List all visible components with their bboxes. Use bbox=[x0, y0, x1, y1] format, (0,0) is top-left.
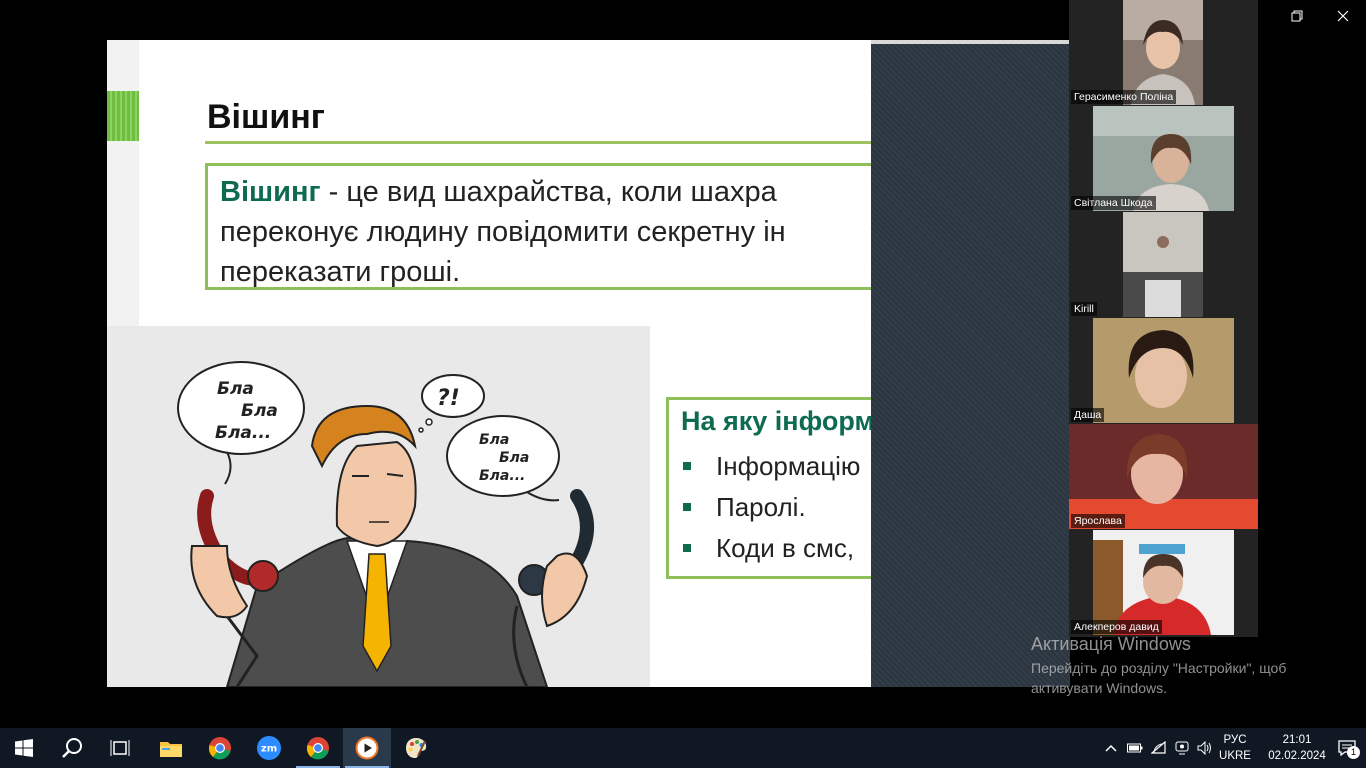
system-tray: РУС UKRE 21:01 02.02.2024 1 bbox=[1086, 728, 1366, 768]
chrome-icon bbox=[306, 737, 329, 760]
definition-line3: переказати гроші. bbox=[220, 256, 461, 288]
volume-button[interactable] bbox=[1196, 739, 1214, 757]
input-language-button[interactable]: РУС UKRE bbox=[1217, 732, 1253, 764]
media-player-icon bbox=[355, 736, 379, 760]
definition-text: Вішинг - це вид шахрайства, коли шахра п… bbox=[220, 172, 871, 292]
title-rule bbox=[205, 141, 871, 144]
slide-title: Вішинг bbox=[207, 98, 325, 136]
bubble-left-word-3: Бла... bbox=[215, 423, 271, 443]
media-player-button[interactable] bbox=[343, 728, 391, 768]
battery-button[interactable] bbox=[1126, 739, 1144, 757]
definition-term: Вішинг bbox=[220, 176, 321, 208]
speech-bubble-right: Бла Бла Бла... bbox=[446, 415, 560, 502]
bubble-right-word-1: Бла bbox=[479, 432, 509, 448]
chevron-up-icon bbox=[1105, 744, 1117, 752]
start-icon bbox=[15, 739, 33, 757]
keyboard-layout: UKRE bbox=[1219, 750, 1251, 762]
definition-line2: переконує людину повідомити секретну ін bbox=[220, 216, 786, 248]
bullet-icon bbox=[683, 503, 691, 512]
participant-tile[interactable]: Kirill bbox=[1069, 212, 1258, 317]
zoom-icon: zm bbox=[257, 736, 281, 760]
paint-button[interactable] bbox=[392, 728, 440, 768]
file-explorer-icon bbox=[160, 742, 182, 757]
chrome-button[interactable] bbox=[294, 728, 342, 768]
zoom-button[interactable]: zm bbox=[245, 728, 293, 768]
info-item: Інформацію bbox=[681, 446, 860, 487]
task-view-button[interactable] bbox=[96, 728, 144, 768]
bubble-right-word-3: Бла... bbox=[479, 468, 525, 484]
info-item-text: Коди в смс, bbox=[716, 533, 855, 563]
show-hidden-icons-button[interactable] bbox=[1102, 739, 1120, 757]
participant-tile[interactable]: Даша bbox=[1069, 318, 1258, 423]
phone-man-illustration: Бла Бла Бла... ?! Бла Бла Бла... bbox=[107, 326, 650, 687]
shared-slide: Вішинг Вішинг - це вид шахрайства, коли … bbox=[107, 40, 871, 687]
clock-button[interactable]: 21:01 02.02.2024 bbox=[1266, 732, 1328, 764]
info-item-text: Інформацію bbox=[716, 451, 861, 481]
info-item-text: Паролі. bbox=[716, 492, 806, 522]
slide-accent bbox=[107, 91, 139, 141]
task-view-icon bbox=[110, 740, 130, 756]
participant-name: Kirill bbox=[1071, 302, 1097, 316]
restore-icon bbox=[1291, 10, 1303, 22]
notification-count: 1 bbox=[1347, 746, 1360, 759]
speech-bubble-left: Бла Бла Бла... bbox=[177, 361, 305, 485]
info-item: Коди в смс, bbox=[681, 528, 860, 569]
bubble-left-word-1: Бла bbox=[217, 379, 254, 399]
participant-video bbox=[1123, 212, 1203, 317]
participant-video bbox=[1093, 318, 1234, 423]
action-center-button[interactable]: 1 bbox=[1336, 739, 1360, 759]
bubble-left-word-2: Бла bbox=[241, 401, 278, 421]
chrome-icon bbox=[208, 737, 231, 760]
participant-tile[interactable]: Герасименко Поліна bbox=[1069, 0, 1258, 105]
info-box: На яку інформ Інформацію Паролі. Коди в … bbox=[666, 397, 871, 579]
start-button[interactable] bbox=[0, 728, 48, 768]
participant-tile[interactable]: Світлана Шкода bbox=[1069, 106, 1258, 211]
search-button[interactable] bbox=[48, 728, 96, 768]
wifi-icon bbox=[1151, 741, 1166, 754]
battery-icon bbox=[1127, 743, 1143, 753]
taskbar: zm РУС UKRE 21:01 02.02.2024 1 bbox=[0, 728, 1366, 768]
bubble-right-word-2: Бла bbox=[499, 450, 529, 466]
definition-line1: - це вид шахрайства, коли шахра bbox=[320, 176, 777, 208]
info-heading: На яку інформ bbox=[681, 406, 871, 436]
windows-activation-watermark: Активація Windows Перейдіть до розділу "… bbox=[1031, 634, 1286, 698]
slide-dark-panel bbox=[871, 44, 1070, 687]
info-list: Інформацію Паролі. Коди в смс, bbox=[681, 446, 860, 569]
participant-name: Герасименко Поліна bbox=[1071, 90, 1177, 104]
info-item: Паролі. bbox=[681, 487, 860, 528]
activation-line1: Перейдіть до розділу "Настройки", щоб bbox=[1031, 660, 1287, 676]
search-icon bbox=[62, 738, 82, 758]
close-icon bbox=[1337, 10, 1349, 22]
bubble-center-text: ?! bbox=[437, 386, 460, 411]
chrome-button[interactable] bbox=[196, 728, 244, 768]
close-button[interactable] bbox=[1320, 0, 1366, 32]
participant-name: Ярослава bbox=[1071, 514, 1125, 528]
activation-line2: активувати Windows. bbox=[1031, 680, 1167, 696]
definition-box: Вішинг - це вид шахрайства, коли шахра п… bbox=[205, 163, 871, 290]
participant-name: Алекперов давид bbox=[1071, 620, 1162, 634]
participant-name: Даша bbox=[1071, 408, 1105, 422]
webcam-icon bbox=[1175, 741, 1189, 755]
svg-text:zm: zm bbox=[261, 744, 277, 755]
language-code: РУС bbox=[1223, 734, 1247, 746]
speaker-icon bbox=[1197, 741, 1211, 755]
file-explorer-button[interactable] bbox=[147, 728, 195, 768]
network-button[interactable] bbox=[1150, 739, 1168, 757]
participant-tile[interactable]: Ярослава bbox=[1069, 424, 1258, 529]
bullet-icon bbox=[683, 544, 691, 553]
clock-time: 21:01 bbox=[1282, 734, 1312, 746]
paint-icon bbox=[406, 738, 427, 758]
clock-date: 02.02.2024 bbox=[1268, 750, 1326, 762]
participant-name: Світлана Шкода bbox=[1071, 196, 1156, 210]
participant-tile[interactable]: Алекперов давид bbox=[1069, 530, 1258, 635]
bullet-icon bbox=[683, 462, 691, 471]
meet-now-button[interactable] bbox=[1173, 739, 1191, 757]
activation-title: Активація Windows bbox=[1031, 634, 1191, 654]
participant-strip[interactable]: Герасименко Поліна Світлана Шкода Kirill… bbox=[1069, 0, 1258, 637]
restore-button[interactable] bbox=[1274, 0, 1320, 32]
